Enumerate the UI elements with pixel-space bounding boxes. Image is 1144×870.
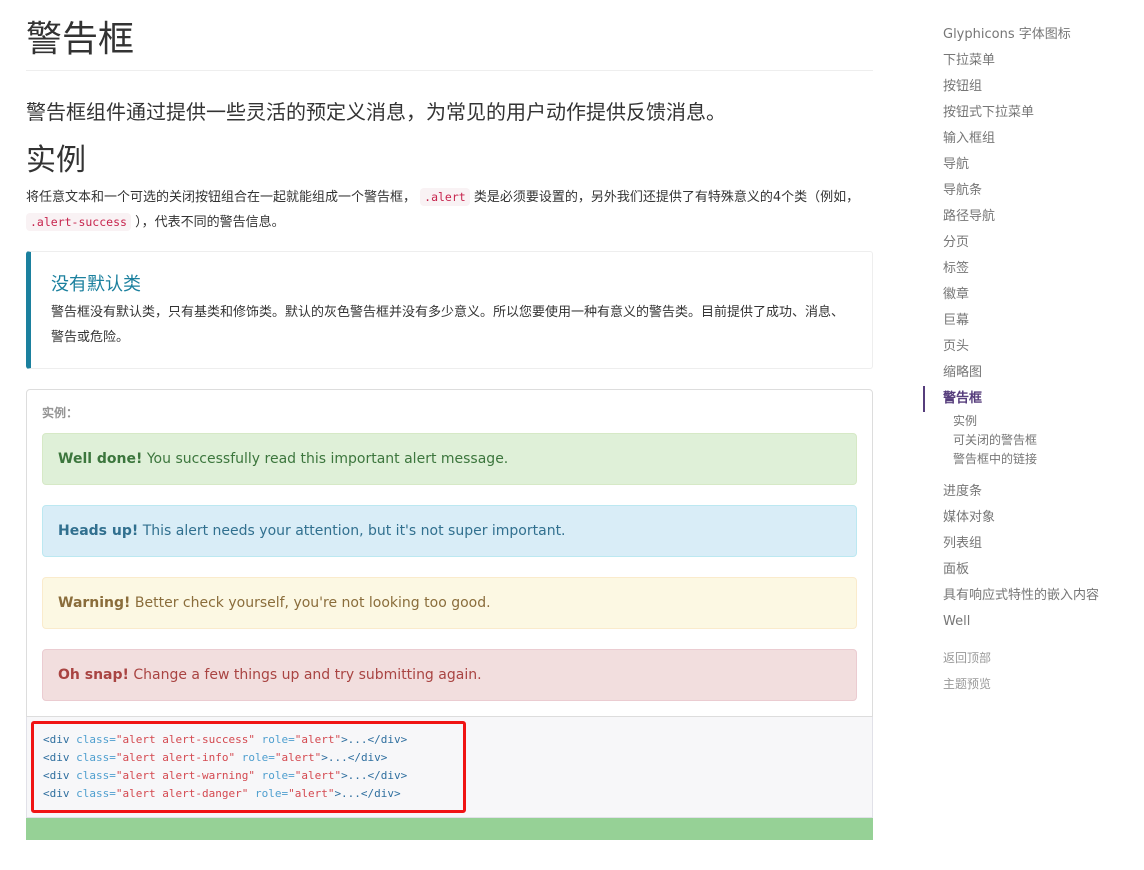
code-token: class= [76, 769, 116, 782]
sidebar-nav: Glyphicons 字体图标 下拉菜单 按钮组 按钮式下拉菜单 输入框组 导航 导航条 路径… [923, 22, 1133, 697]
sidebar-item[interactable]: 进度条 [923, 479, 1133, 505]
code-token: "alert alert-danger" [115, 787, 249, 800]
sidebar-item[interactable]: 下拉菜单 [923, 48, 1133, 74]
main-content: 警告框 警告框组件通过提供一些灵活的预定义消息，为常见的用户动作提供反馈消息。 … [26, 0, 873, 840]
sidebar-item[interactable]: 返回顶部 [923, 645, 1133, 671]
sidebar-item[interactable]: 媒体对象 [923, 505, 1133, 531]
sidebar-item[interactable]: 导航 [923, 152, 1133, 178]
code-token: >...</div> [341, 769, 408, 782]
sidebar-item[interactable]: 缩略图 [923, 360, 1133, 386]
code-alert-success: .alert-success [26, 213, 131, 231]
sidebar-item[interactable]: Glyphicons 字体图标 [923, 22, 1133, 48]
sidebar-item[interactable]: Well [923, 609, 1133, 635]
sidebar-item[interactable]: 导航条 [923, 178, 1133, 204]
alert-text: Better check yourself, you're not lookin… [130, 595, 491, 611]
sidebar-item[interactable]: 主题预览 [923, 671, 1133, 697]
callout-text: 警告框没有默认类，只有基类和修饰类。默认的灰色警告框并没有多少意义。所以您要使用… [51, 305, 845, 345]
desc-text: ），代表不同的警告信息。 [135, 215, 285, 230]
code-token: >...</div> [334, 787, 401, 800]
code-line: <div class="alert alert-warning" role="a… [43, 767, 454, 785]
code-token: <div [43, 733, 77, 746]
code-line: <div class="alert alert-info" role="aler… [43, 749, 454, 767]
sidebar-item[interactable]: 警告框中的链接 [923, 450, 1133, 469]
callout-title: 没有默认类 [51, 274, 141, 295]
code-token: <div [43, 787, 77, 800]
callout-info: 没有默认类 警告框没有默认类，只有基类和修饰类。默认的灰色警告框并没有多少意义。… [26, 251, 873, 369]
alert-warning: Warning! Better check yourself, you're n… [42, 577, 857, 629]
alert-danger: Oh snap! Change a few things up and try … [42, 649, 857, 701]
code-line: <div class="alert alert-success" role="a… [43, 731, 454, 749]
code-alert: .alert [420, 188, 470, 206]
alert-text: You successfully read this important ale… [142, 451, 509, 467]
sidebar-subnav: 实例 可关闭的警告框 警告框中的链接 [923, 412, 1133, 469]
alert-text: Change a few things up and try submittin… [128, 667, 482, 683]
sidebar-item[interactable]: 按钮式下拉菜单 [923, 100, 1133, 126]
alert-info: Heads up! This alert needs your attentio… [42, 505, 857, 557]
alert-success: Well done! You successfully read this im… [42, 433, 857, 485]
desc-text: 将任意文本和一个可选的关闭按钮组合在一起就能组成一个警告框， [26, 190, 417, 205]
example-box: 实例： Well done! You successfully read thi… [26, 389, 873, 717]
code-token: <div [43, 751, 77, 764]
alert-strong: Well done! [58, 451, 143, 467]
code-block: <div class="alert alert-success" role="a… [26, 717, 873, 818]
sidebar-item[interactable]: 巨幕 [923, 308, 1133, 334]
code-token: class= [76, 751, 116, 764]
code-token: role= [254, 769, 295, 782]
green-bar [26, 818, 873, 840]
code-token: "alert alert-warning" [115, 769, 255, 782]
code-token: class= [76, 787, 116, 800]
code-token: "alert" [288, 787, 335, 800]
alert-strong: Heads up! [58, 523, 139, 539]
code-token: role= [254, 733, 295, 746]
lead-text: 警告框组件通过提供一些灵活的预定义消息，为常见的用户动作提供反馈消息。 [26, 100, 726, 124]
sidebar-item[interactable]: 可关闭的警告框 [923, 431, 1133, 450]
sidebar-item[interactable]: 具有响应式特性的嵌入内容 [923, 583, 1133, 609]
sidebar-item[interactable]: 页头 [923, 334, 1133, 360]
code-token: "alert alert-info" [115, 751, 236, 764]
sidebar-item[interactable]: 列表组 [923, 531, 1133, 557]
sidebar-item[interactable]: 标签 [923, 256, 1133, 282]
alert-strong: Oh snap! [58, 667, 129, 683]
sidebar-item[interactable]: 按钮组 [923, 74, 1133, 100]
code-token: role= [235, 751, 275, 764]
desc-text: 类是必须要设置的，另外我们还提供了有特殊意义的4个类（例如， [473, 190, 860, 205]
code-token: "alert alert-success" [115, 733, 255, 746]
alert-text: This alert needs your attention, but it'… [138, 523, 566, 539]
code-token: "alert" [294, 769, 342, 782]
sidebar-item[interactable]: 实例 [923, 412, 1133, 431]
example-label: 实例： [42, 406, 79, 420]
sidebar-item[interactable]: 分页 [923, 230, 1133, 256]
code-token: >...</div> [321, 751, 388, 764]
code-token: class= [76, 733, 116, 746]
page-title: 警告框 [26, 18, 873, 71]
code-token: <div [43, 769, 77, 782]
code-line: <div class="alert alert-danger" role="al… [43, 785, 454, 803]
highlighted-code: <div class="alert alert-success" role="a… [31, 721, 466, 813]
description: 将任意文本和一个可选的关闭按钮组合在一起就能组成一个警告框， .alert 类是… [26, 185, 873, 235]
sidebar-item[interactable]: 徽章 [923, 282, 1133, 308]
code-token: >...</div> [341, 733, 408, 746]
code-token: "alert" [274, 751, 322, 764]
sidebar-item[interactable]: 警告框 [923, 386, 1133, 412]
sidebar-item[interactable]: 面板 [923, 557, 1133, 583]
code-token: role= [248, 787, 289, 800]
sidebar-bottom-links: 返回顶部 主题预览 [923, 645, 1133, 697]
sidebar-item[interactable]: 输入框组 [923, 126, 1133, 152]
code-token: "alert" [294, 733, 342, 746]
alert-strong: Warning! [58, 595, 131, 611]
section-title: 实例 [26, 143, 86, 178]
sidebar-item[interactable]: 路径导航 [923, 204, 1133, 230]
